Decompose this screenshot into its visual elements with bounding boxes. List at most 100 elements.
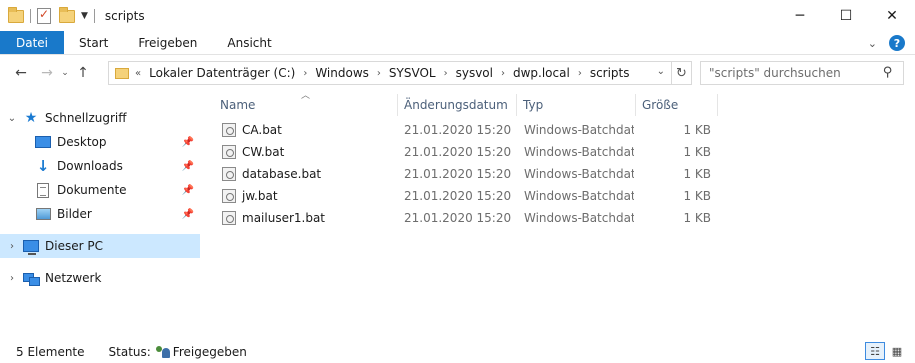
recent-locations-button[interactable]: ⌄ (58, 62, 72, 84)
sidebar-item-label: Dokumente (57, 183, 127, 197)
file-date: 21.01.2020 15:20 (404, 145, 512, 159)
breadcrumb-chevron-icon[interactable]: › (438, 68, 454, 79)
details-view-button[interactable]: ☷ (865, 342, 885, 360)
pin-icon[interactable]: 📌 (182, 161, 194, 172)
breadcrumb-chevron-icon[interactable]: › (495, 68, 511, 79)
sidebar-item-label: Desktop (57, 135, 107, 149)
folder-icon (8, 6, 24, 24)
breadcrumb-chevron-icon[interactable]: › (371, 68, 387, 79)
breadcrumb-item[interactable]: Lokaler Datenträger (C:) (147, 66, 297, 80)
file-size: 1 KB (683, 211, 711, 225)
sidebar-item-schnellzugriff[interactable]: ⌄ ★ Schnellzugriff (0, 106, 200, 130)
pin-icon[interactable]: 📌 (182, 209, 194, 220)
help-icon[interactable]: ? (889, 35, 905, 51)
batch-file-icon (222, 189, 236, 203)
ribbon-tabs: Datei Start Freigeben Ansicht ⌄ ? (0, 31, 915, 55)
pin-icon[interactable]: 📌 (182, 185, 194, 196)
file-type: Windows-Batchdatei (524, 145, 634, 159)
refresh-button[interactable]: ↻ (672, 61, 692, 85)
chevron-right-icon[interactable]: › (5, 273, 19, 284)
maximize-button[interactable]: ☐ (823, 0, 869, 31)
chevron-right-icon[interactable]: › (5, 241, 19, 252)
breadcrumb-chevron-icon[interactable]: › (572, 68, 588, 79)
pictures-icon (35, 206, 51, 222)
file-type: Windows-Batchdatei (524, 123, 634, 137)
file-name: database.bat (242, 167, 322, 181)
sidebar-item-dieser-pc[interactable]: › Dieser PC (0, 234, 200, 258)
breadcrumb-item[interactable]: scripts (588, 66, 632, 80)
toolbar-divider (30, 8, 31, 23)
table-row[interactable]: jw.bat 21.01.2020 15:20 Windows-Batchdat… (214, 185, 714, 207)
file-name: CW.bat (242, 145, 285, 159)
up-arrow-icon: ↑ (77, 65, 89, 81)
network-icon (23, 270, 40, 286)
toolbar-divider (93, 8, 95, 23)
back-button[interactable]: ← (10, 62, 32, 84)
address-history-dropdown-icon[interactable]: ⌄ (657, 66, 665, 77)
sidebar-item-label: Downloads (57, 159, 123, 173)
window-title: scripts (104, 8, 145, 23)
forward-button[interactable]: → (36, 62, 58, 84)
star-icon: ★ (24, 110, 38, 126)
sidebar-item-label: Schnellzugriff (45, 111, 127, 125)
tab-freigeben[interactable]: Freigeben (123, 31, 212, 54)
breadcrumb-item[interactable]: dwp.local (511, 66, 572, 80)
breadcrumb-overflow[interactable]: « (135, 68, 147, 79)
large-icons-view-button[interactable]: ▦ (887, 342, 907, 360)
file-type: Windows-Batchdatei (524, 211, 634, 225)
search-icon[interactable]: ⚲ (883, 65, 893, 80)
expand-ribbon-icon[interactable]: ⌄ (868, 37, 877, 50)
table-row[interactable]: CA.bat 21.01.2020 15:20 Windows-Batchdat… (214, 119, 714, 141)
column-header-date[interactable]: Änderungsdatum (398, 94, 517, 116)
column-header-name[interactable]: Name (214, 94, 398, 116)
tab-ansicht[interactable]: Ansicht (212, 31, 286, 54)
sidebar-item-desktop[interactable]: Desktop 📌 (0, 130, 200, 154)
sidebar-item-label: Bilder (57, 207, 92, 221)
large-icons-view-icon: ▦ (891, 344, 903, 358)
sidebar-item-dokumente[interactable]: Dokumente 📌 (0, 178, 200, 202)
download-arrow-icon: ↓ (36, 157, 50, 175)
table-row[interactable]: CW.bat 21.01.2020 15:20 Windows-Batchdat… (214, 141, 714, 163)
sidebar-item-netzwerk[interactable]: › Netzwerk (0, 266, 200, 290)
navigation-pane: ⌄ ★ Schnellzugriff Desktop 📌 ↓ Downloads… (0, 104, 200, 334)
minimize-icon: ─ (795, 7, 805, 24)
table-row[interactable]: mailuser1.bat 21.01.2020 15:20 Windows-B… (214, 207, 714, 229)
close-button[interactable]: ✕ (869, 0, 915, 31)
title-bar: ▼ scripts ─ ☐ ✕ (0, 0, 915, 31)
search-box[interactable]: ⚲ (700, 61, 904, 85)
column-header-size[interactable]: Größe (636, 94, 718, 116)
forward-arrow-icon: → (41, 65, 53, 81)
sidebar-item-bilder[interactable]: Bilder 📌 (0, 202, 200, 226)
minimize-button[interactable]: ─ (777, 0, 823, 31)
up-button[interactable]: ↑ (72, 62, 94, 84)
tab-datei[interactable]: Datei (0, 31, 65, 54)
file-date: 21.01.2020 15:20 (404, 167, 512, 181)
properties-icon[interactable] (37, 7, 53, 24)
breadcrumb-item[interactable]: sysvol (454, 66, 495, 80)
file-name-cell: database.bat (222, 163, 398, 185)
batch-file-icon (222, 211, 236, 225)
customize-toolbar-dropdown-icon[interactable]: ▼ (81, 11, 88, 21)
address-bar[interactable]: « Lokaler Datenträger (C:) › Windows › S… (108, 61, 672, 85)
table-row[interactable]: database.bat 21.01.2020 15:20 Windows-Ba… (214, 163, 714, 185)
column-header-type[interactable]: Typ (517, 94, 636, 116)
documents-icon (35, 182, 51, 198)
window-controls: ─ ☐ ✕ (777, 0, 915, 31)
file-date: 21.01.2020 15:20 (404, 123, 512, 137)
sidebar-item-label: Dieser PC (45, 239, 103, 253)
breadcrumb-item[interactable]: Windows (313, 66, 371, 80)
sidebar-item-downloads[interactable]: ↓ Downloads 📌 (0, 154, 200, 178)
search-input[interactable] (701, 66, 871, 80)
breadcrumb-item[interactable]: SYSVOL (387, 66, 438, 80)
chevron-down-icon[interactable]: ⌄ (5, 113, 19, 124)
new-folder-icon[interactable] (59, 6, 75, 24)
refresh-icon: ↻ (676, 65, 687, 81)
tab-start[interactable]: Start (64, 31, 123, 54)
file-name-cell: mailuser1.bat (222, 207, 398, 229)
batch-file-icon (222, 167, 236, 181)
breadcrumb-chevron-icon[interactable]: › (297, 68, 313, 79)
pin-icon[interactable]: 📌 (182, 137, 194, 148)
folder-icon (115, 67, 129, 79)
batch-file-icon (222, 145, 236, 159)
ribbon-right-controls: ⌄ ? (868, 35, 905, 51)
